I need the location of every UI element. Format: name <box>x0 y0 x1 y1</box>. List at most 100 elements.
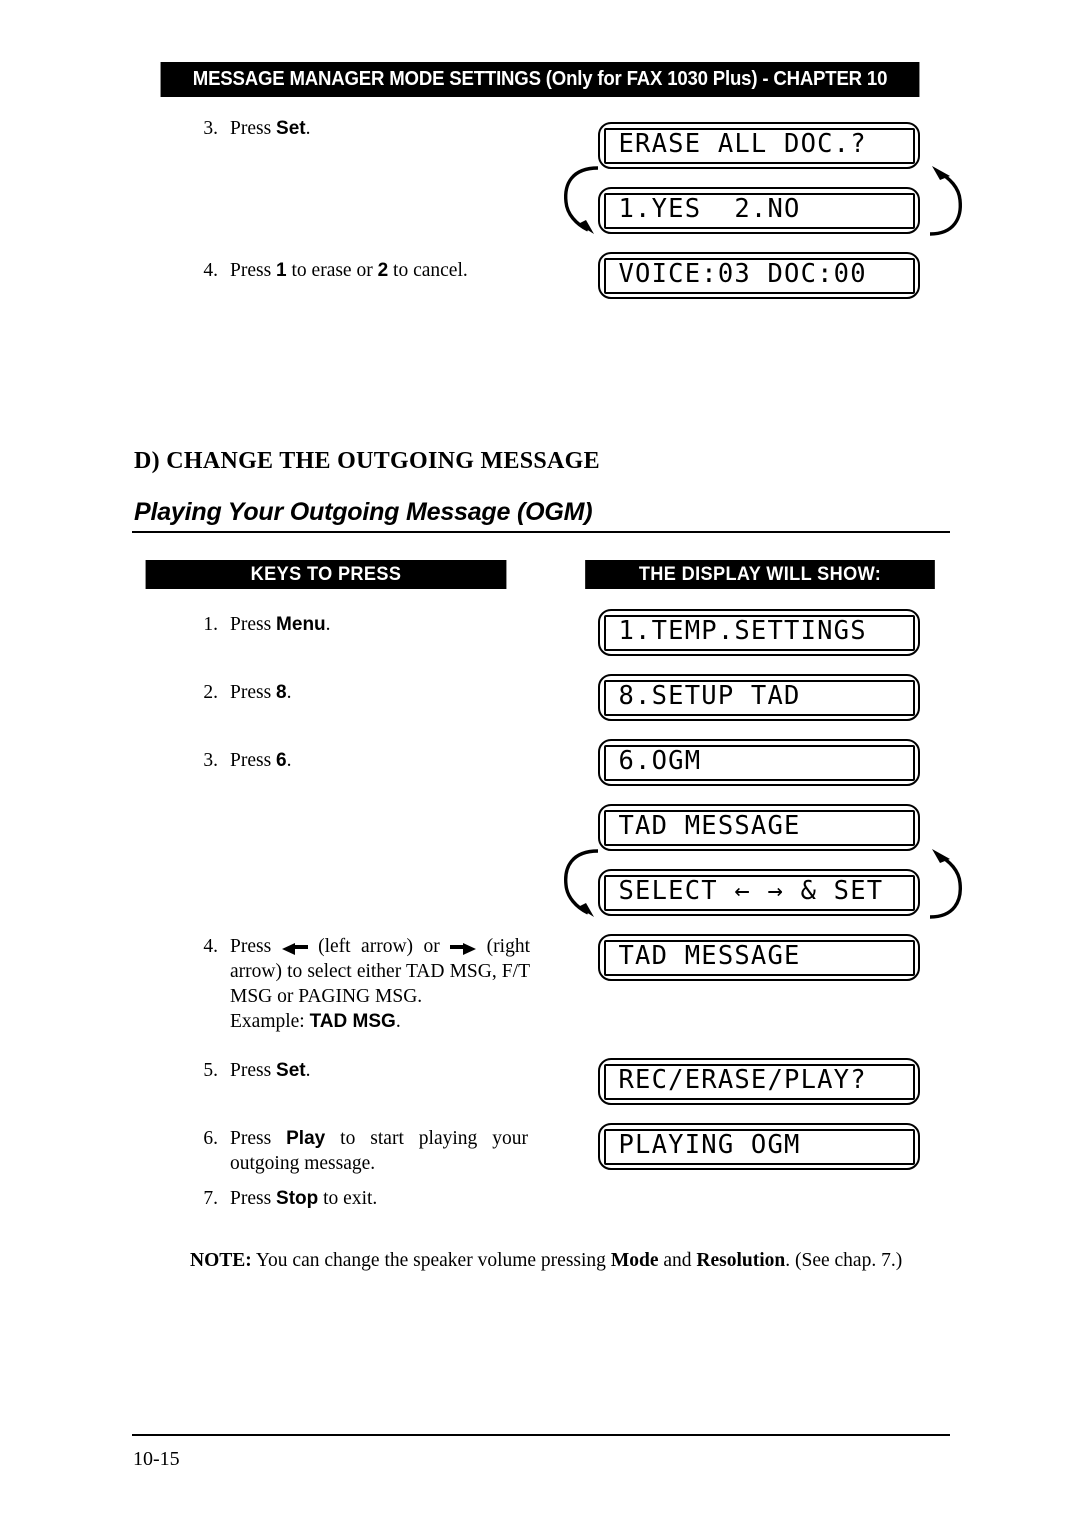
footer-divider <box>132 1434 950 1436</box>
step-4-line-group: Press (left arrow) or (right arrow) to s… <box>230 934 530 1009</box>
key-name-2: 2 <box>377 260 389 281</box>
loop-arrow-left-icon <box>564 166 599 234</box>
loop-arrow-left-icon <box>564 849 599 917</box>
step-text-before: Press <box>230 1128 287 1149</box>
step-text-before: Press <box>230 682 277 703</box>
note-part-1: You can change the speaker volume pressi… <box>251 1250 611 1271</box>
lcd-text: TAD MESSAGE <box>618 940 801 971</box>
step-4-ogm: 4. Press (left arrow) or (right arrow) t… <box>190 934 530 1034</box>
step-number: 6. <box>203 1128 218 1149</box>
step-text: Press 8. <box>230 680 520 705</box>
lcd-display: TAD MESSAGE <box>598 804 920 851</box>
lcd-text: PLAYING OGM <box>618 1129 801 1160</box>
key-name-tad-msg: TAD MSG <box>309 1011 396 1032</box>
step-text-after: . <box>286 750 292 771</box>
lcd-text: REC/ERASE/PLAY? <box>618 1064 867 1095</box>
note-text: NOTE: You can change the speaker volume … <box>190 1250 960 1272</box>
lcd-display: 8.SETUP TAD <box>598 674 920 721</box>
step-text: Press Set. <box>230 116 520 141</box>
lcd-display: 1.TEMP.SETTINGS <box>598 609 920 656</box>
lcd-text: VOICE:03 DOC:00 <box>618 258 867 289</box>
note-part-3: . (See chap. 7.) <box>785 1250 903 1271</box>
lcd-text: 1.YES 2.NO <box>618 193 801 224</box>
subsection-divider <box>132 531 950 533</box>
lcd-inner-frame: REC/ERASE/PLAY? <box>603 1063 915 1100</box>
step-text-after: to exit. <box>318 1188 378 1209</box>
step-text-after: . <box>305 118 311 139</box>
step-number: 4. <box>203 260 218 281</box>
step-2-ogm: 2. Press 8. <box>190 680 520 705</box>
key-name-6: 6 <box>276 750 287 771</box>
step-text-content: Press 1 to erase or 2 to cancel. <box>230 260 468 281</box>
key-name-set: Set <box>276 118 306 139</box>
loop-arrow-right-icon <box>929 849 962 919</box>
lcd-inner-frame: TAD MESSAGE <box>603 939 915 976</box>
lcd-inner-frame: VOICE:03 DOC:00 <box>603 257 915 294</box>
note-label: NOTE: <box>190 1250 252 1271</box>
lcd-display: TAD MESSAGE <box>598 934 920 981</box>
step-text: Press Menu. <box>230 612 520 637</box>
left-arrow-key-icon <box>281 941 308 955</box>
lcd-text: 6.OGM <box>618 745 702 776</box>
step-text-before: Press <box>230 936 282 957</box>
step-text-after: . <box>286 682 292 703</box>
lcd-text: ERASE ALL DOC.? <box>618 128 867 159</box>
lcd-display: REC/ERASE/PLAY? <box>598 1058 920 1105</box>
step-number: 3. <box>203 750 218 771</box>
key-name-1: 1 <box>276 260 287 281</box>
display-will-show-header: THE DISPLAY WILL SHOW: <box>585 560 935 589</box>
step-text: Press Set. <box>230 1058 520 1083</box>
lcd-text: SELECT ← → & SET <box>618 875 884 906</box>
step-text-before: Press <box>230 118 277 139</box>
step-text-after: . <box>305 1060 311 1081</box>
lcd-display: ERASE ALL DOC.? <box>598 122 920 169</box>
lcd-inner-frame: 1.YES 2.NO <box>603 192 915 229</box>
example-label: Example: <box>230 1011 310 1032</box>
subsection-title: Playing Your Outgoing Message (OGM) <box>134 498 593 526</box>
step-3-ogm: 3. Press 6. <box>190 748 520 773</box>
lcd-inner-frame: ERASE ALL DOC.? <box>603 127 915 164</box>
step-5-ogm: 5. Press Set. <box>190 1058 520 1083</box>
lcd-inner-frame: 8.SETUP TAD <box>603 679 915 716</box>
step-text-before: Press <box>230 1060 277 1081</box>
key-name-menu: Menu <box>276 614 326 635</box>
note-part-2: and <box>658 1250 697 1271</box>
lcd-display: PLAYING OGM <box>598 1123 920 1170</box>
chapter-banner-label: MESSAGE MANAGER MODE SETTINGS (Only for … <box>192 68 888 90</box>
right-arrow-key-icon <box>450 941 477 955</box>
lcd-display: SELECT ← → & SET <box>598 869 920 916</box>
step-number: 3. <box>203 118 218 139</box>
step-number: 7. <box>203 1188 218 1209</box>
key-name-8: 8 <box>276 682 287 703</box>
keys-to-press-header: KEYS TO PRESS <box>145 560 507 589</box>
lcd-inner-frame: 6.OGM <box>603 744 915 781</box>
key-name-stop: Stop <box>276 1188 319 1209</box>
document-page: MESSAGE MANAGER MODE SETTINGS (Only for … <box>0 0 1080 1526</box>
step-text: Press Play to start playing your outgoin… <box>230 1126 528 1176</box>
step-number: 2. <box>203 682 218 703</box>
key-name-mode: Mode <box>610 1250 659 1271</box>
display-will-show-label: THE DISPLAY WILL SHOW: <box>638 563 882 585</box>
step-number: 1. <box>203 614 218 635</box>
lcd-inner-frame: PLAYING OGM <box>603 1128 915 1165</box>
step-4-example: Example: TAD MSG. <box>230 1009 530 1034</box>
step-text: Press 1 to erase or 2 to cancel. <box>230 258 530 283</box>
step-text: Press 6. <box>230 748 520 773</box>
step-number: 4. <box>203 936 218 957</box>
step-text-mid: (left arrow) or <box>307 936 451 957</box>
lcd-text: TAD MESSAGE <box>618 810 801 841</box>
step-text: Press Stop to exit. <box>230 1186 520 1211</box>
key-name-play: Play <box>286 1128 326 1149</box>
step-text-before: Press <box>230 614 277 635</box>
step-text-after: . <box>325 614 331 635</box>
example-period: . <box>395 1011 401 1032</box>
step-text: Press (left arrow) or (right arrow) to s… <box>230 934 530 1034</box>
key-name-resolution: Resolution <box>696 1250 786 1271</box>
lcd-text: 8.SETUP TAD <box>618 680 801 711</box>
keys-to-press-label: KEYS TO PRESS <box>250 563 402 585</box>
loop-arrow-right-icon <box>929 166 962 236</box>
step-1-ogm: 1. Press Menu. <box>190 612 520 637</box>
page-number: 10-15 <box>133 1448 180 1470</box>
lcd-display: 1.YES 2.NO <box>598 187 920 234</box>
step-6-ogm: 6. Press Play to start playing your outg… <box>190 1126 528 1176</box>
